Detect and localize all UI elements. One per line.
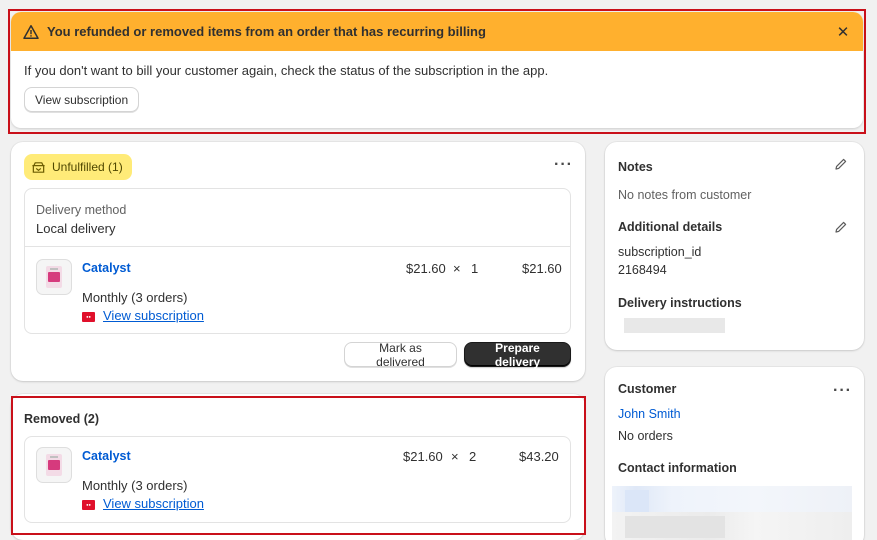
- product-thumbnail: [36, 447, 72, 483]
- edit-notes-pencil-icon[interactable]: [834, 157, 848, 171]
- redacted-contact-details: [612, 486, 852, 540]
- line-total: $43.20: [519, 449, 559, 464]
- view-subscription-link[interactable]: View subscription: [103, 308, 204, 323]
- attribute-value: 2168494: [618, 263, 667, 277]
- banner-title: You refunded or removed items from an or…: [47, 24, 486, 39]
- view-subscription-link[interactable]: View subscription: [103, 496, 204, 511]
- customer-name-link[interactable]: John Smith: [618, 407, 681, 421]
- product-bag-icon: [46, 266, 62, 288]
- subscription-plan: Monthly (3 orders): [82, 478, 188, 493]
- customer-more-actions-icon[interactable]: ···: [833, 383, 852, 399]
- unfulfilled-badge: Unfulfilled (1): [24, 154, 132, 180]
- additional-details-title: Additional details: [618, 220, 723, 234]
- product-link[interactable]: Catalyst: [82, 449, 131, 463]
- banner-header: You refunded or removed items from an or…: [11, 12, 863, 51]
- removed-items-box: Catalyst $21.60 × 2 $43.20 Monthly (3 or…: [24, 436, 571, 523]
- more-actions-icon[interactable]: ···: [554, 157, 573, 173]
- notes-value: No notes from customer: [618, 188, 752, 202]
- times-sign: ×: [453, 261, 461, 276]
- customer-orders: No orders: [618, 429, 673, 443]
- product-link[interactable]: Catalyst: [82, 261, 131, 275]
- quantity: 2: [469, 449, 477, 464]
- notes-title: Notes: [618, 160, 653, 174]
- contact-information-title: Contact information: [618, 461, 737, 475]
- fulfillment-icon: [32, 161, 45, 173]
- subscription-plan: Monthly (3 orders): [82, 290, 188, 305]
- unit-price: $21.60: [406, 261, 446, 276]
- notes-card: Notes No notes from customer Additional …: [605, 142, 864, 350]
- times-sign: ×: [451, 449, 459, 464]
- divider: [25, 246, 570, 247]
- product-thumbnail: [36, 259, 72, 295]
- prepare-delivery-button[interactable]: Prepare delivery: [464, 341, 571, 369]
- recurring-billing-banner: You refunded or removed items from an or…: [11, 12, 863, 128]
- unfulfilled-badge-label: Unfulfilled (1): [52, 160, 123, 174]
- removed-card: Removed (2) Catalyst $21.60 × 2 $43.20 M…: [13, 398, 584, 533]
- removed-title: Removed (2): [24, 412, 100, 426]
- mark-as-delivered-button[interactable]: Mark as delivered: [344, 341, 457, 369]
- unfulfilled-card: Unfulfilled (1) ··· Delivery method Loca…: [11, 142, 585, 381]
- customer-card: Customer ··· John Smith No orders Contac…: [605, 367, 864, 540]
- banner-message: If you don't want to bill your customer …: [24, 63, 549, 78]
- line-total: $21.60: [522, 261, 562, 276]
- close-icon[interactable]: ✕: [835, 24, 851, 41]
- subscription-app-icon: ●●: [82, 499, 95, 510]
- fulfillment-box: Delivery method Local delivery Catalyst …: [24, 188, 571, 334]
- product-bag-icon: [46, 454, 62, 476]
- quantity: 1: [471, 261, 479, 276]
- delivery-method-label: Delivery method: [36, 203, 127, 217]
- redacted-delivery-instructions: [624, 318, 725, 333]
- unit-price: $21.60: [403, 449, 443, 464]
- subscription-app-icon: ●●: [82, 311, 95, 322]
- attribute-key: subscription_id: [618, 245, 702, 259]
- banner-view-subscription-button[interactable]: View subscription: [24, 87, 140, 112]
- warning-icon: [23, 24, 39, 39]
- delivery-instructions-title: Delivery instructions: [618, 296, 742, 310]
- edit-additional-details-pencil-icon[interactable]: [834, 220, 848, 234]
- customer-title: Customer: [618, 382, 677, 396]
- delivery-method-value: Local delivery: [36, 221, 116, 236]
